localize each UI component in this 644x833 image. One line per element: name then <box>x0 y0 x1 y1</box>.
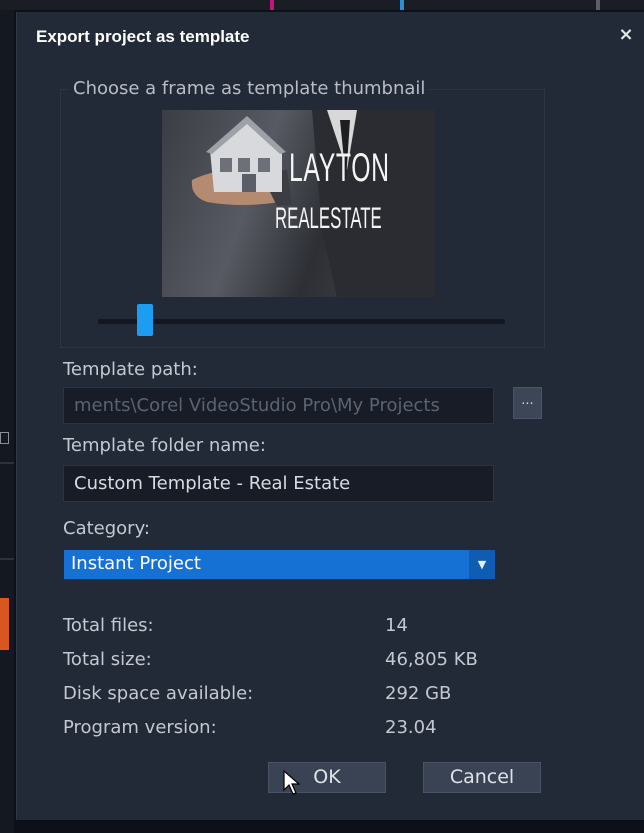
background-app-left-strip <box>0 10 14 833</box>
template-thumbnail-image: LAYTON REALESTATE <box>162 110 435 297</box>
frame-slider-handle[interactable] <box>137 304 153 336</box>
background-icon <box>0 432 9 444</box>
dialog-title: Export project as template <box>36 27 250 46</box>
category-selected-value: Instant Project <box>71 553 201 574</box>
total-files-label: Total files: <box>63 615 154 636</box>
background-timeline-clip <box>0 598 9 650</box>
background-app-top-strip <box>0 0 644 10</box>
mouse-cursor-icon <box>283 770 301 795</box>
thumbnail-title-text: LAYTON <box>289 146 390 190</box>
cancel-button[interactable]: Cancel <box>423 762 541 793</box>
chevron-down-icon[interactable]: ▼ <box>469 550 495 579</box>
frame-slider-track[interactable] <box>98 319 505 324</box>
program-version-value: 23.04 <box>385 717 437 738</box>
background-divider <box>0 462 14 464</box>
total-files-value: 14 <box>385 615 408 636</box>
thumbnail-group-legend: Choose a frame as template thumbnail <box>69 78 430 99</box>
template-path-field[interactable]: ments\Corel VideoStudio Pro\My Projects <box>63 387 494 424</box>
disk-space-label: Disk space available: <box>63 683 254 704</box>
background-timeline-marker <box>400 0 404 10</box>
template-folder-name-input[interactable]: Custom Template - Real Estate <box>63 465 494 502</box>
category-label: Category: <box>63 518 150 539</box>
export-template-dialog: Export project as template × Choose a fr… <box>16 12 644 820</box>
dialog-title-bar[interactable]: Export project as template × <box>17 12 644 64</box>
background-divider <box>0 558 14 560</box>
background-timeline-marker <box>270 0 274 10</box>
total-size-label: Total size: <box>63 649 152 670</box>
category-select[interactable]: Instant Project ▼ <box>64 550 495 579</box>
background-timeline-marker <box>596 0 600 10</box>
thumbnail-subtitle-text: REALESTATE <box>275 202 382 235</box>
template-path-label: Template path: <box>63 359 198 380</box>
close-icon[interactable]: × <box>615 24 637 46</box>
template-folder-name-label: Template folder name: <box>63 435 266 456</box>
browse-button[interactable]: ... <box>513 387 542 419</box>
program-version-label: Program version: <box>63 717 217 738</box>
total-size-value: 46,805 KB <box>385 649 478 670</box>
disk-space-value: 292 GB <box>385 683 452 704</box>
